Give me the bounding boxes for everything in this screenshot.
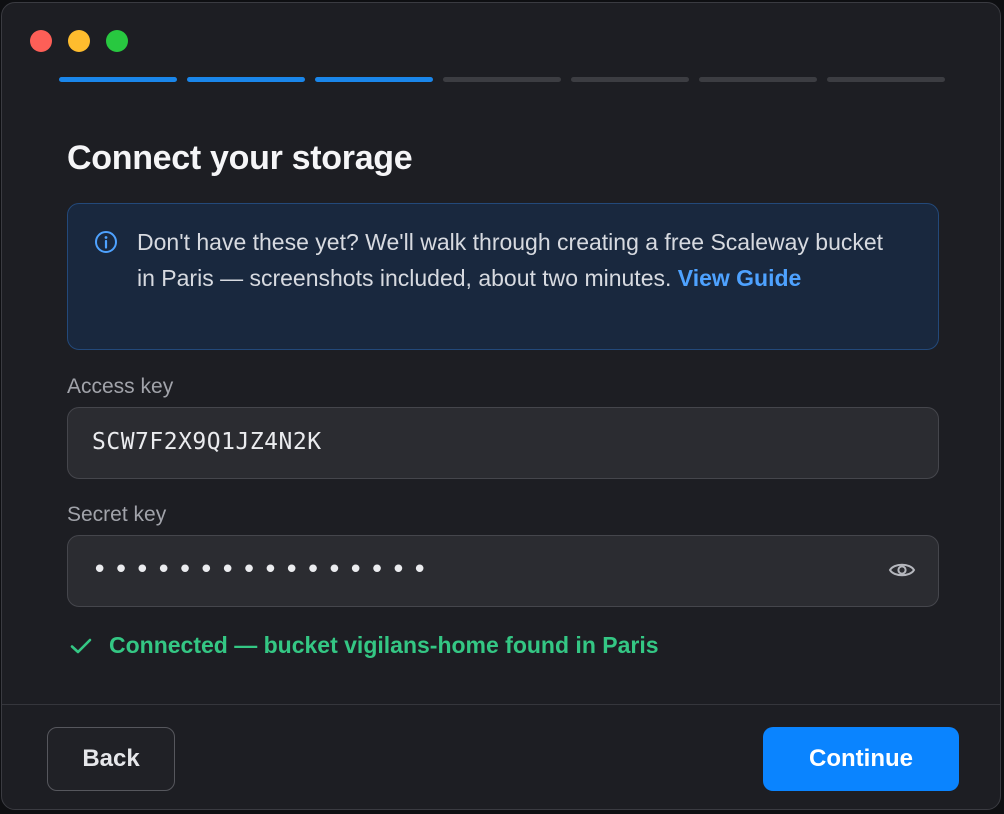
info-text: Don't have these yet? We'll walk through… xyxy=(137,224,907,296)
view-guide-link[interactable]: View Guide xyxy=(678,265,802,291)
secret-key-value: •••••••••••••••• xyxy=(92,555,434,585)
secret-key-label: Secret key xyxy=(67,503,167,526)
progress-step-6 xyxy=(699,77,817,82)
connection-status-text: Connected — bucket vigilans-home found i… xyxy=(109,632,659,658)
progress-step-4 xyxy=(443,77,561,82)
progress-step-1 xyxy=(59,77,177,82)
connection-status: Connected — bucket vigilans-home found i… xyxy=(69,632,659,659)
setup-window: Connect your storage Don't have these ye… xyxy=(1,2,1001,810)
access-key-value: SCW7F2X9Q1JZ4N2K xyxy=(92,429,322,455)
access-key-label: Access key xyxy=(67,375,174,398)
checkmark-icon xyxy=(70,638,92,653)
secret-key-field[interactable]: •••••••••••••••• xyxy=(67,535,939,607)
progress-step-3 xyxy=(315,77,433,82)
back-button[interactable]: Back xyxy=(47,727,175,791)
progress-step-7 xyxy=(827,77,945,82)
continue-button[interactable]: Continue xyxy=(763,727,959,791)
zoom-window-button[interactable] xyxy=(106,30,128,52)
access-key-field[interactable]: SCW7F2X9Q1JZ4N2K xyxy=(67,407,939,479)
info-circle-icon xyxy=(95,231,117,253)
window-controls xyxy=(30,30,128,52)
page-title: Connect your storage xyxy=(67,139,413,177)
progress-step-5 xyxy=(571,77,689,82)
wizard-progress xyxy=(59,77,945,82)
close-window-button[interactable] xyxy=(30,30,52,52)
info-banner: Don't have these yet? We'll walk through… xyxy=(67,203,939,350)
eye-icon[interactable] xyxy=(888,558,916,582)
progress-step-2 xyxy=(187,77,305,82)
footer-divider xyxy=(2,704,1000,705)
minimize-window-button[interactable] xyxy=(68,30,90,52)
